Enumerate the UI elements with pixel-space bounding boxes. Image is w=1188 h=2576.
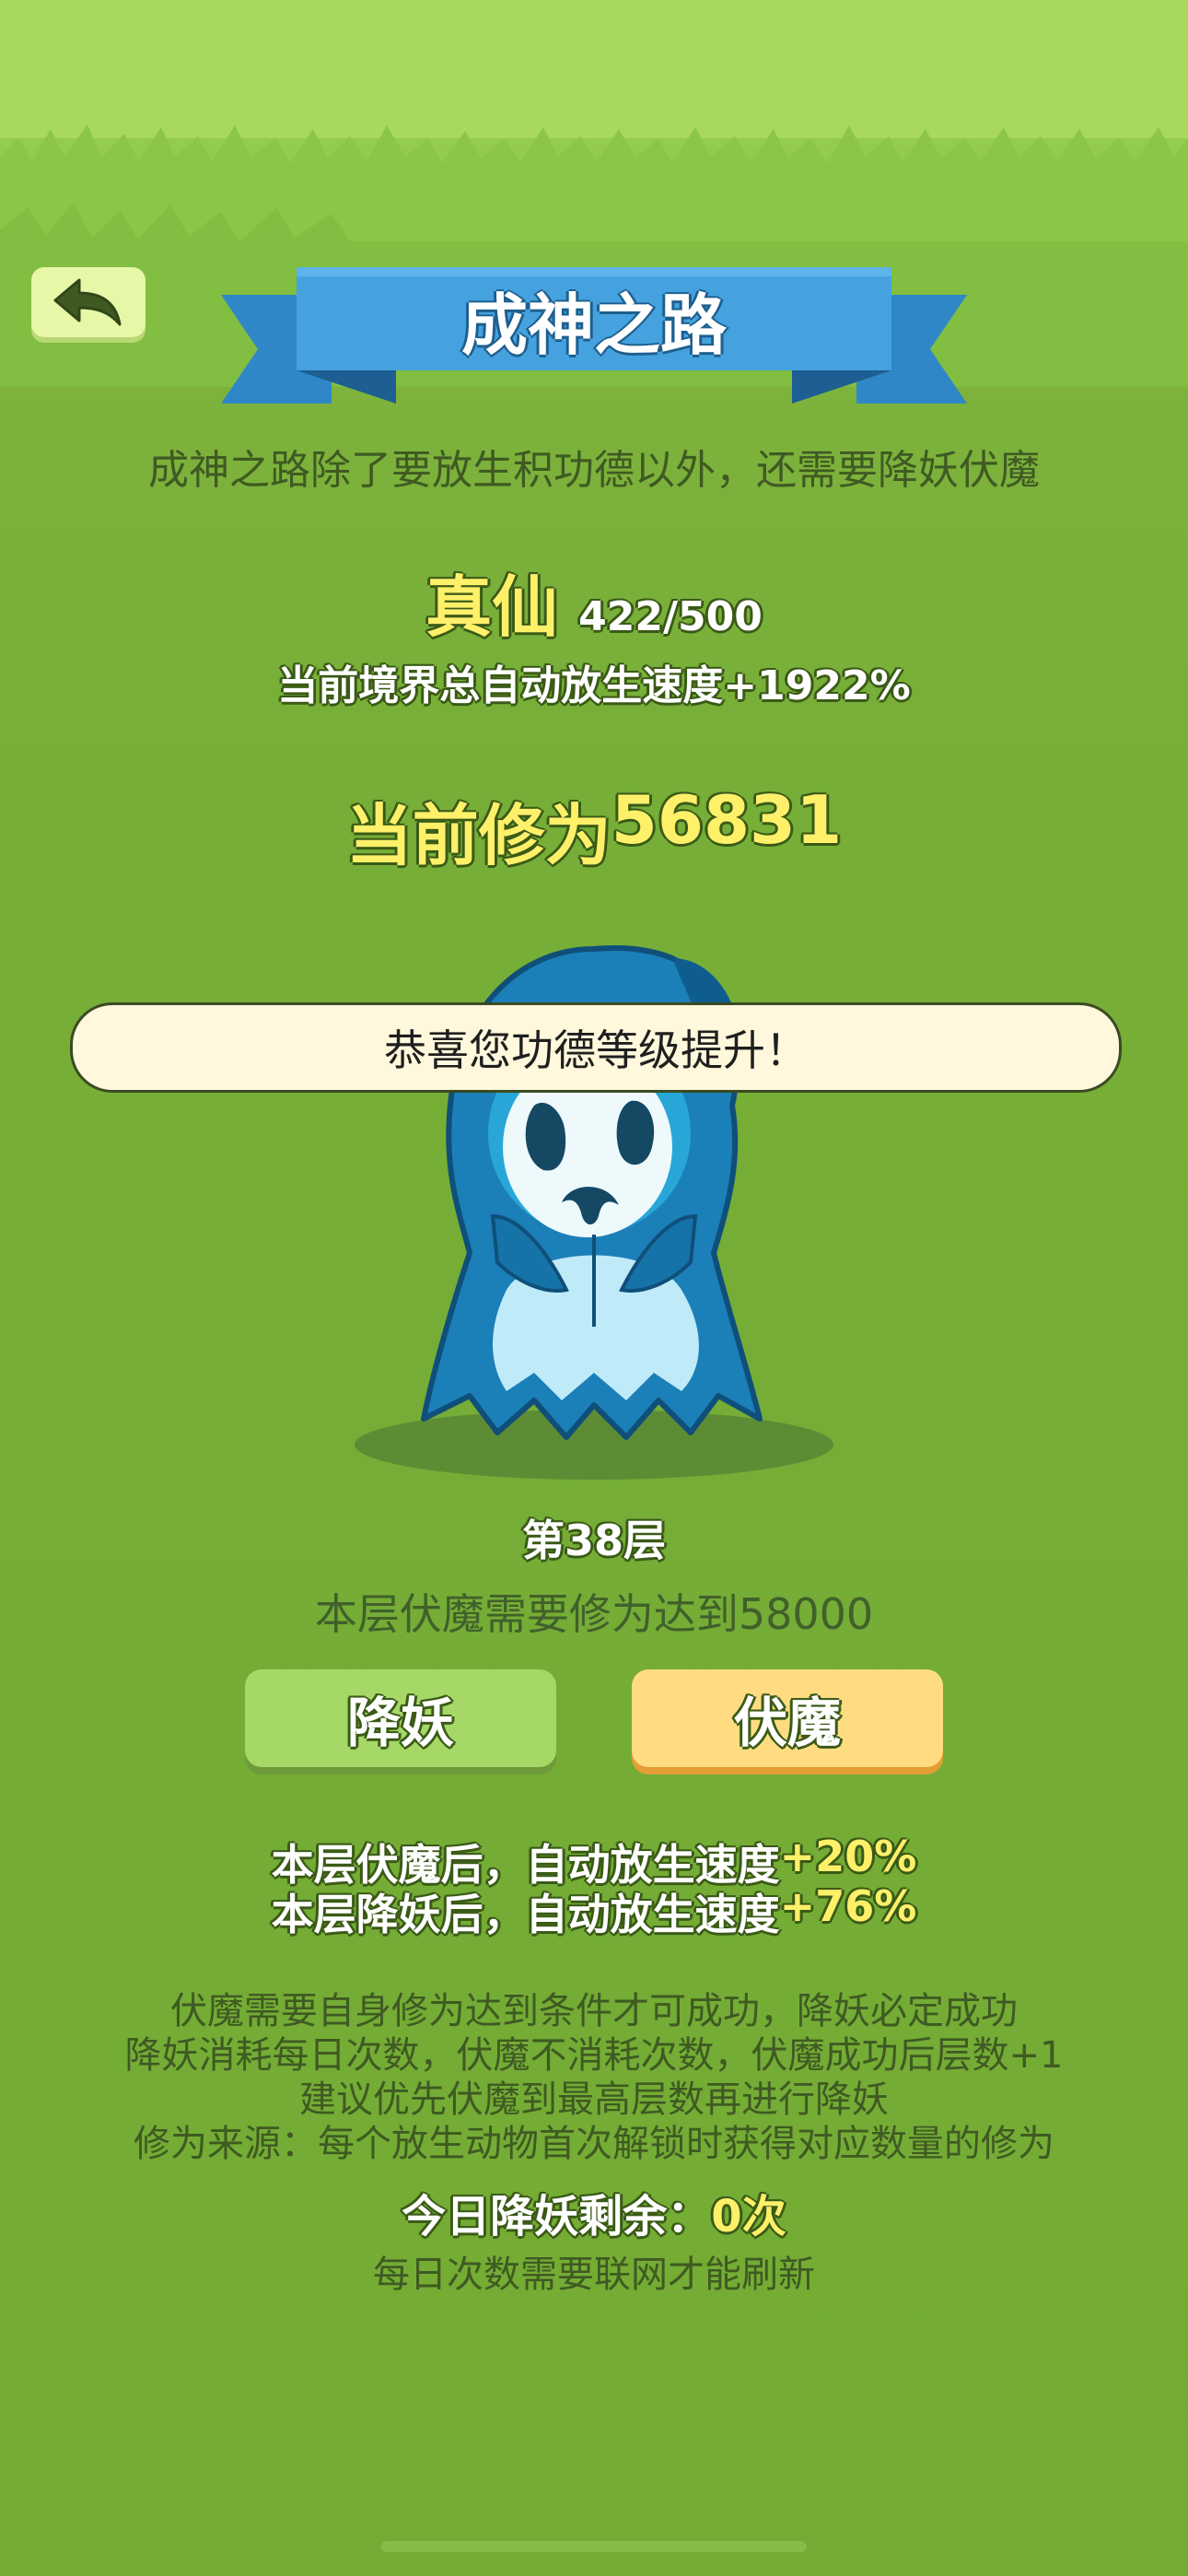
page-subtitle: 成神之路除了要放生积功德以外，还需要降妖伏魔 bbox=[148, 447, 1040, 494]
cultivation-value: 56831 bbox=[611, 781, 843, 859]
cultivation-row: 当前修为 56831 bbox=[0, 781, 1188, 878]
back-arrow-icon bbox=[53, 278, 122, 326]
floor-label: 第38层 bbox=[521, 1516, 666, 1565]
rank-row: 真仙 422/500 bbox=[0, 553, 1188, 650]
remaining-label: 今日降妖剩余： bbox=[402, 2191, 712, 2242]
subdue-demon-button[interactable]: 降妖 bbox=[245, 1669, 556, 1767]
rank-progress: 422/500 bbox=[578, 593, 763, 640]
floor-requirement: 本层伏魔需要修为达到58000 bbox=[314, 1589, 874, 1639]
total-speed-text: 当前境界总自动放生速度+1922% bbox=[277, 662, 911, 709]
cultivation-label: 当前修为 bbox=[345, 797, 611, 874]
rank-name: 真仙 bbox=[425, 568, 559, 646]
rule-note: 修为来源：每个放生动物首次解锁时获得对应数量的修为 bbox=[134, 2123, 1054, 2165]
remaining-count-row: 今日降妖剩余： 0次 bbox=[0, 2180, 1188, 2244]
back-button[interactable] bbox=[31, 267, 146, 337]
refresh-note: 每日次数需要联网才能刷新 bbox=[373, 2254, 815, 2296]
subdue-devil-button[interactable]: 伏魔 bbox=[632, 1669, 943, 1767]
demon-bonus-value: +76% bbox=[779, 1881, 917, 1931]
level-up-toast: 恭喜您功德等级提升！ bbox=[70, 1002, 1122, 1093]
demon-bonus-label: 本层降妖后，自动放生速度 bbox=[271, 1890, 780, 1939]
remaining-value: 0次 bbox=[711, 2191, 786, 2242]
demon-bonus-row: 本层降妖后，自动放生速度 +76% bbox=[0, 1881, 1188, 1942]
home-indicator[interactable] bbox=[381, 2541, 807, 2552]
page-title: 成神之路 bbox=[460, 286, 727, 364]
